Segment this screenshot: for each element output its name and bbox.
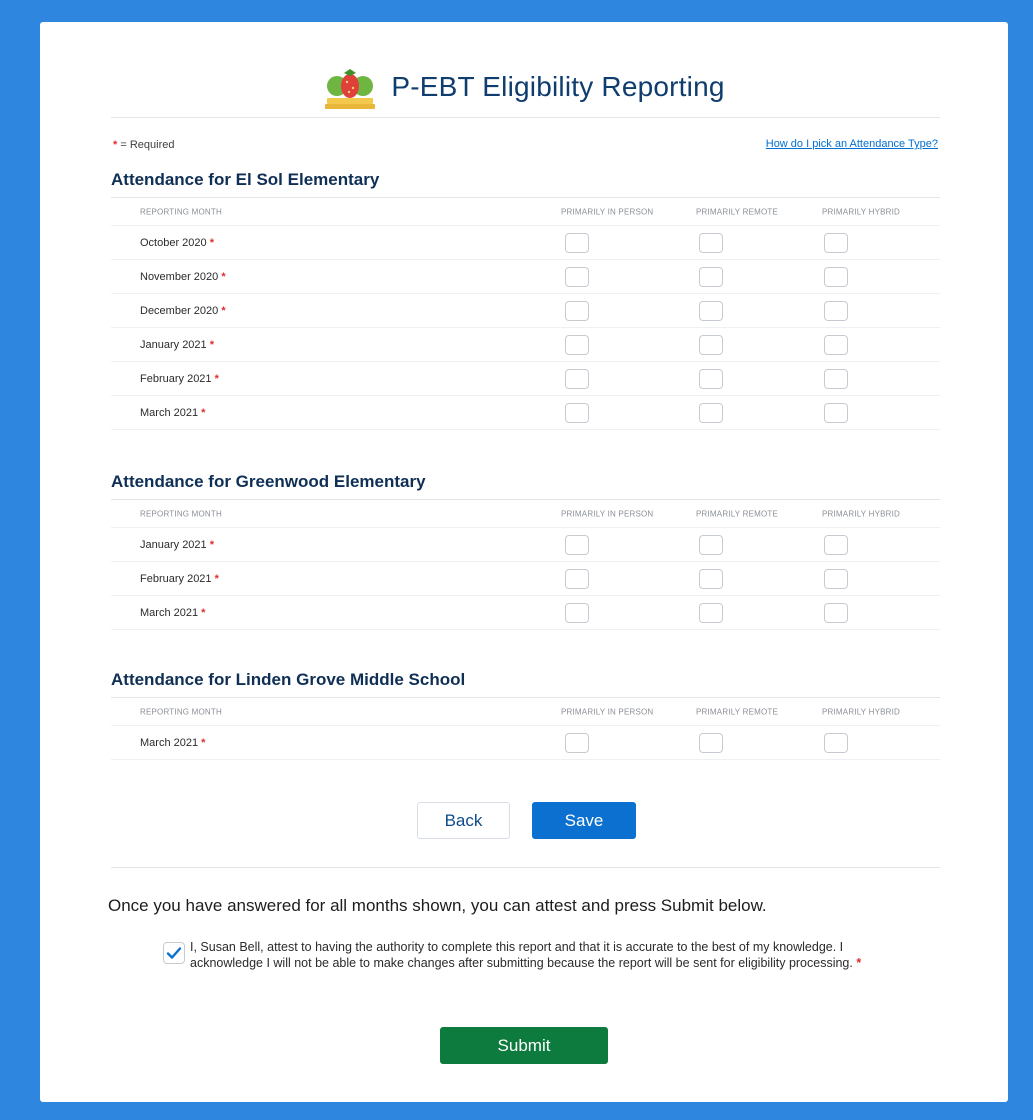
column-header-remote: PRIMARILY REMOTE xyxy=(696,509,779,518)
column-header-remote: PRIMARILY REMOTE xyxy=(696,707,779,716)
hybrid-checkbox[interactable] xyxy=(824,334,848,355)
table-header-row: REPORTING MONTH PRIMARILY IN PERSON PRIM… xyxy=(111,198,940,226)
month-label: February 2021 * xyxy=(140,572,219,585)
month-label: March 2021 * xyxy=(140,406,206,419)
attendance-section-linden-grove: Attendance for Linden Grove Middle Schoo… xyxy=(111,670,940,760)
remote-checkbox[interactable] xyxy=(699,568,723,589)
remote-checkbox[interactable] xyxy=(699,368,723,389)
in-person-checkbox[interactable] xyxy=(565,368,589,389)
required-star-icon: * xyxy=(201,606,206,619)
attest-instructions: Once you have answered for all months sh… xyxy=(108,896,767,915)
table-row: January 2021 * xyxy=(111,528,940,562)
attendance-section-el-sol: Attendance for El Sol Elementary REPORTI… xyxy=(111,170,940,430)
section-title: Attendance for El Sol Elementary xyxy=(111,170,940,198)
divider xyxy=(111,867,940,868)
required-star-icon: * xyxy=(214,572,219,585)
month-label: January 2021 * xyxy=(140,338,215,351)
page-header: P-EBT Eligibility Reporting xyxy=(40,62,1008,112)
in-person-checkbox[interactable] xyxy=(565,534,589,555)
hybrid-checkbox[interactable] xyxy=(824,300,848,321)
hybrid-checkbox[interactable] xyxy=(824,266,848,287)
month-label: March 2021 * xyxy=(140,606,206,619)
in-person-checkbox[interactable] xyxy=(565,334,589,355)
required-star-icon: * xyxy=(214,372,219,385)
required-star-icon: * xyxy=(221,304,226,317)
table-row: February 2021 * xyxy=(111,362,940,396)
hybrid-checkbox[interactable] xyxy=(824,232,848,253)
required-star-icon: * xyxy=(209,338,215,351)
produce-logo-icon xyxy=(325,69,376,109)
month-label: March 2021 * xyxy=(140,736,206,749)
month-label: November 2020 * xyxy=(140,270,226,283)
table-row: November 2020 * xyxy=(111,260,940,294)
attest-checkbox[interactable] xyxy=(163,942,185,964)
hybrid-checkbox[interactable] xyxy=(824,402,848,423)
required-star-icon: * xyxy=(209,538,215,551)
remote-checkbox[interactable] xyxy=(699,732,723,753)
attendance-section-greenwood: Attendance for Greenwood Elementary REPO… xyxy=(111,472,940,630)
section-title: Attendance for Greenwood Elementary xyxy=(111,472,940,500)
table-row: February 2021 * xyxy=(111,562,940,596)
required-star-icon: * xyxy=(201,736,206,749)
remote-checkbox[interactable] xyxy=(699,534,723,555)
column-header-remote: PRIMARILY REMOTE xyxy=(696,207,779,216)
month-label: December 2020 * xyxy=(140,304,226,317)
hybrid-checkbox[interactable] xyxy=(824,368,848,389)
in-person-checkbox[interactable] xyxy=(565,266,589,287)
month-label: January 2021 * xyxy=(140,538,215,551)
remote-checkbox[interactable] xyxy=(699,334,723,355)
in-person-checkbox[interactable] xyxy=(565,568,589,589)
column-header-in-person: PRIMARILY IN PERSON xyxy=(561,707,654,716)
column-header-hybrid: PRIMARILY HYBRID xyxy=(822,707,901,716)
table-row: March 2021 * xyxy=(111,596,940,630)
form-card: P-EBT Eligibility Reporting * = Required… xyxy=(40,22,1008,1102)
table-row: March 2021 * xyxy=(111,726,940,760)
month-label: October 2020 * xyxy=(140,236,214,249)
table-row: January 2021 * xyxy=(111,328,940,362)
remote-checkbox[interactable] xyxy=(699,402,723,423)
column-header-in-person: PRIMARILY IN PERSON xyxy=(561,509,654,518)
section-title: Attendance for Linden Grove Middle Schoo… xyxy=(111,670,940,698)
hybrid-checkbox[interactable] xyxy=(824,568,848,589)
in-person-checkbox[interactable] xyxy=(565,402,589,423)
table-row: October 2020 * xyxy=(111,226,940,260)
remote-checkbox[interactable] xyxy=(699,266,723,287)
submit-button[interactable]: Submit xyxy=(440,1027,608,1064)
table-row: March 2021 * xyxy=(111,396,940,430)
save-button[interactable]: Save xyxy=(532,802,636,839)
column-header-in-person: PRIMARILY IN PERSON xyxy=(561,207,654,216)
table-header-row: REPORTING MONTH PRIMARILY IN PERSON PRIM… xyxy=(111,500,940,528)
required-legend-label: = Required xyxy=(120,139,175,151)
divider xyxy=(111,117,940,118)
required-star-icon: * xyxy=(221,270,226,283)
hybrid-checkbox[interactable] xyxy=(824,732,848,753)
attendance-type-help-link[interactable]: How do I pick an Attendance Type? xyxy=(766,138,938,150)
column-header-month: REPORTING MONTH xyxy=(140,207,222,216)
month-label: February 2021 * xyxy=(140,372,219,385)
attest-statement: I, Susan Bell, attest to having the auth… xyxy=(190,940,862,970)
table-row: December 2020 * xyxy=(111,294,940,328)
column-header-month: REPORTING MONTH xyxy=(140,509,222,518)
column-header-hybrid: PRIMARILY HYBRID xyxy=(822,207,901,216)
remote-checkbox[interactable] xyxy=(699,602,723,623)
remote-checkbox[interactable] xyxy=(699,232,723,253)
required-star-icon: * xyxy=(856,956,862,970)
back-button[interactable]: Back xyxy=(417,802,510,839)
column-header-month: REPORTING MONTH xyxy=(140,707,222,716)
hybrid-checkbox[interactable] xyxy=(824,534,848,555)
required-star-icon: * xyxy=(209,236,214,249)
required-star-icon: * xyxy=(113,139,118,151)
required-star-icon: * xyxy=(201,406,206,419)
hybrid-checkbox[interactable] xyxy=(824,602,848,623)
column-header-hybrid: PRIMARILY HYBRID xyxy=(822,509,901,518)
checkmark-icon xyxy=(166,947,182,959)
required-legend: * = Required xyxy=(113,139,174,151)
table-header-row: REPORTING MONTH PRIMARILY IN PERSON PRIM… xyxy=(111,698,940,726)
in-person-checkbox[interactable] xyxy=(565,732,589,753)
remote-checkbox[interactable] xyxy=(699,300,723,321)
in-person-checkbox[interactable] xyxy=(565,300,589,321)
in-person-checkbox[interactable] xyxy=(565,232,589,253)
page-title: P-EBT Eligibility Reporting xyxy=(391,71,725,102)
in-person-checkbox[interactable] xyxy=(565,602,589,623)
